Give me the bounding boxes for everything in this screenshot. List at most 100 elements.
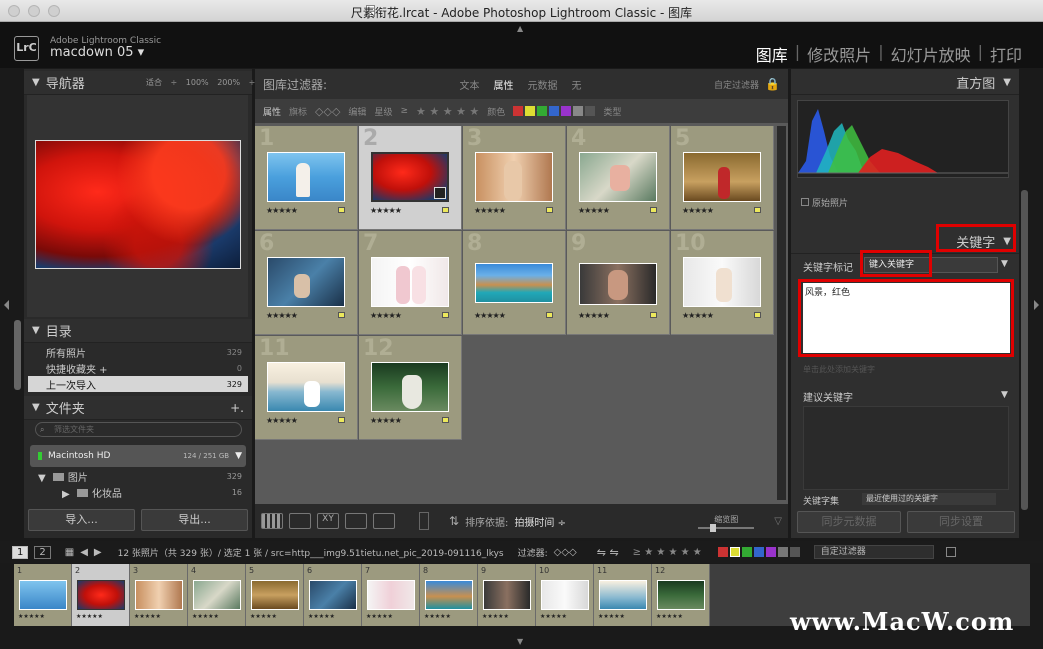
chevron-down-icon[interactable]: ▼	[1001, 259, 1008, 269]
navigator-preview[interactable]	[27, 95, 248, 317]
original-photo-toggle[interactable]: 原始照片	[801, 196, 848, 209]
color-label-filter[interactable]	[513, 106, 596, 116]
edit-filter-icon[interactable]: ⇋ ⇋	[597, 546, 619, 559]
spray-can-icon[interactable]	[419, 512, 429, 530]
flag-filter-icons[interactable]: ◇◇◇	[554, 547, 577, 558]
grid-cell[interactable]: 3 ★★★★★	[463, 126, 566, 230]
grid-cell[interactable]: 4 ★★★★★	[567, 126, 670, 230]
left-panel-toggle-icon[interactable]	[4, 300, 9, 310]
catalog-header[interactable]: ▼ 目录	[24, 319, 252, 343]
color-label-filter[interactable]	[717, 547, 800, 557]
filter-tab-text[interactable]: 文本	[460, 77, 480, 92]
photo-thumbnail	[683, 257, 761, 307]
color-label-icon	[546, 207, 553, 213]
folders-header[interactable]: ▼ 文件夹 +.	[24, 396, 252, 420]
forward-arrow-icon[interactable]: ▶	[94, 547, 102, 558]
import-button[interactable]: 导入...	[28, 509, 135, 531]
grid-cell[interactable]: 6 ★★★★★	[255, 231, 358, 335]
module-slideshow[interactable]: 幻灯片放映	[884, 42, 978, 66]
filmstrip-item[interactable]: 7 ★★★★★	[362, 564, 420, 626]
filmstrip-item[interactable]: 12 ★★★★★	[652, 564, 710, 626]
identity-user[interactable]: macdown 05 ▾	[50, 45, 144, 60]
export-button[interactable]: 导出...	[141, 509, 248, 531]
folder-item-cosmetics[interactable]: ▶ 化妆品 16	[28, 484, 248, 500]
suggested-keywords-header[interactable]: 建议关键字	[803, 389, 853, 404]
sync-settings-button[interactable]: 同步设置	[907, 511, 1015, 533]
catalog-item-previous-import[interactable]: 上一次导入 329	[28, 376, 248, 392]
filter-preset-select[interactable]: 自定过滤器	[714, 78, 759, 91]
navigator-zoom-options[interactable]: 适合 ÷ 100% 200% ÷	[146, 77, 255, 88]
catalog-item-quick-collection[interactable]: 快捷收藏夹 +0	[28, 360, 248, 376]
loupe-view-icon[interactable]	[289, 513, 311, 529]
filmstrip-thumbnail	[483, 580, 531, 610]
grid-cell[interactable]: 5 ★★★★★	[671, 126, 774, 230]
filmstrip-item[interactable]: 10 ★★★★★	[536, 564, 594, 626]
right-scrollbar[interactable]	[1021, 190, 1028, 510]
back-arrow-icon[interactable]: ◀	[80, 547, 88, 558]
grid-cell[interactable]: 1 ★★★★★	[255, 126, 358, 230]
sort-select[interactable]: 拍摄时间 ÷	[514, 514, 566, 529]
module-develop[interactable]: 修改照片	[800, 42, 878, 66]
secondary-window-button[interactable]: 2	[34, 545, 51, 559]
attribute-filter-row: 属性 旗标 ◇◇◇ 编辑 星级 ≥ ★ ★ ★ ★ ★ 颜色 类型	[255, 99, 788, 123]
filmstrip-item[interactable]: 11 ★★★★★	[594, 564, 652, 626]
rating-filter-stars[interactable]: ★ ★ ★ ★ ★	[416, 105, 479, 118]
flag-filter-icons[interactable]: ◇◇◇	[315, 105, 340, 118]
filter-tab-metadata[interactable]: 元数据	[528, 77, 558, 92]
filmstrip-item[interactable]: 6 ★★★★★	[304, 564, 362, 626]
filmstrip-item-selected[interactable]: 2 ★★★★★	[72, 564, 130, 626]
collapse-bottom-arrow-icon[interactable]: ▼	[517, 637, 523, 646]
folder-search-input[interactable]: ⌕ 筛选文件夹	[35, 422, 242, 437]
histogram-chart[interactable]	[797, 100, 1009, 178]
catalog-item-all-photos[interactable]: 所有照片 329	[28, 344, 248, 360]
filmstrip-info[interactable]: 12 张照片（共 329 张）/ 选定 1 张 / src=http___img…	[118, 546, 504, 559]
rating-filter-stars[interactable]: ≥ ★ ★ ★ ★ ★	[633, 547, 702, 558]
collapse-top-arrow-icon[interactable]: ▲	[517, 24, 523, 33]
filmstrip-thumbnail	[19, 580, 67, 610]
grid-cell[interactable]: 10 ★★★★★	[671, 231, 774, 335]
toolbar-menu-chevron-icon[interactable]: ▽	[774, 516, 782, 527]
filmstrip-item[interactable]: 1 ★★★★★	[14, 564, 72, 626]
filmstrip-item[interactable]: 4 ★★★★★	[188, 564, 246, 626]
grid-cell[interactable]: 12 ★★★★★	[359, 336, 462, 440]
filter-tab-attribute[interactable]: 属性	[494, 77, 514, 92]
histogram-header[interactable]: 直方图 ▼	[791, 71, 1019, 95]
filmstrip-item[interactable]: 5 ★★★★★	[246, 564, 304, 626]
left-scrollbar[interactable]	[14, 320, 21, 390]
people-view-icon[interactable]	[373, 513, 395, 529]
filmstrip-item[interactable]: 3 ★★★★★	[130, 564, 188, 626]
filter-switch-icon[interactable]	[945, 547, 956, 557]
primary-window-button[interactable]: 1	[12, 545, 29, 559]
right-panel-toggle-icon[interactable]	[1034, 300, 1039, 310]
color-label-icon	[650, 207, 657, 213]
grid-view-icon[interactable]: ▦	[65, 547, 74, 558]
grid-scrollbar[interactable]	[777, 126, 786, 500]
folder-item-pictures[interactable]: ▼ 图片 329	[28, 468, 248, 484]
grid-cell-selected[interactable]: 2 ★★★★★	[359, 126, 462, 230]
keyword-select-highlight-box	[860, 250, 932, 277]
filmstrip-thumbnail	[251, 580, 299, 610]
grid-view-icon[interactable]	[261, 513, 283, 529]
sync-metadata-button[interactable]: 同步元数据	[797, 511, 901, 533]
disclosure-triangle-icon: ▼	[38, 472, 49, 484]
thumbnail-size-slider[interactable]	[698, 523, 755, 532]
grid-cell[interactable]: 9 ★★★★★	[567, 231, 670, 335]
module-library[interactable]: 图库	[749, 42, 795, 66]
module-print[interactable]: 打印	[983, 42, 1029, 66]
filmstrip-item[interactable]: 9 ★★★★★	[478, 564, 536, 626]
keyword-set-select[interactable]: 最近使用过的关键字	[862, 493, 996, 505]
sort-direction-icon[interactable]: ⇅	[449, 514, 459, 528]
grid-cell[interactable]: 7 ★★★★★	[359, 231, 462, 335]
grid-cell[interactable]: 11 ★★★★★	[255, 336, 358, 440]
collapse-triangle-icon[interactable]: ▼	[1001, 390, 1008, 400]
lock-icon[interactable]: 🔒	[765, 77, 780, 91]
filter-preset-select[interactable]: 自定过滤器	[813, 545, 934, 559]
chevron-down-icon: ▼	[235, 451, 242, 461]
volume-row[interactable]: Macintosh HD 124 / 251 GB ▼	[30, 445, 246, 467]
add-folder-icon[interactable]: +.	[230, 401, 244, 415]
survey-view-icon[interactable]	[345, 513, 367, 529]
compare-view-icon[interactable]: XY	[317, 513, 339, 529]
filter-tab-none[interactable]: 无	[572, 77, 582, 92]
filmstrip-item[interactable]: 8 ★★★★★	[420, 564, 478, 626]
grid-cell[interactable]: 8 ★★★★★	[463, 231, 566, 335]
